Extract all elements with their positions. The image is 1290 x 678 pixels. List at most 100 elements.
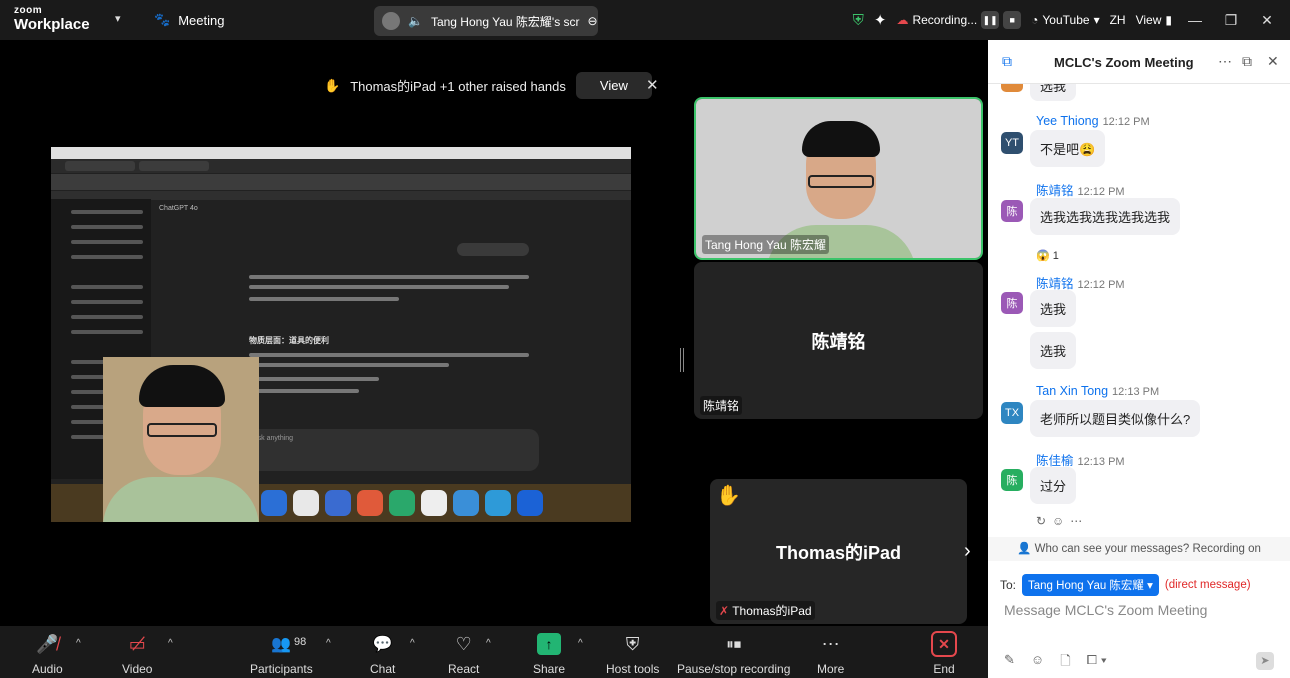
shield-icon[interactable]: ⛨	[853, 12, 864, 29]
pause-recording-icon[interactable]: ❚❚	[981, 11, 1000, 29]
view-button[interactable]: View ▮	[1136, 13, 1172, 27]
video-tile-active-speaker[interactable]: Tang Hong Yau 陈宏耀	[694, 97, 983, 260]
video-tile[interactable]: 陈靖铭 陈靖铭	[694, 262, 983, 419]
top-right-controls: ⛨ ✦ ☁ Recording... ❚❚ ■ ◔ YouTube ▾ ZH V…	[853, 8, 1280, 32]
close-icon[interactable]: ✕	[1267, 53, 1279, 70]
stream-icon: ◔	[1031, 13, 1039, 27]
file-icon[interactable]: 🗋	[1060, 652, 1070, 674]
send-icon[interactable]: ➤	[1256, 652, 1274, 670]
share-button[interactable]: ↑ Share	[533, 630, 565, 676]
raised-hands-banner: ✋ Thomas的iPad +1 other raised hands View	[324, 72, 652, 99]
more-options-icon[interactable]: ⊖	[588, 14, 598, 28]
mic-muted-icon: ✗	[719, 604, 730, 618]
audio-button[interactable]: 🎤̸ Audio	[32, 630, 63, 677]
chevron-down-icon[interactable]: ▾	[115, 12, 121, 25]
chat-panel: ⧉ MCLC's Zoom Meeting ⋯ ⧉ ✕ 选我 YT Yee Th…	[988, 40, 1290, 678]
react-options-icon[interactable]: ^	[486, 638, 491, 649]
pause-recording-label: Pause/stop recording	[677, 662, 791, 676]
video-options-icon[interactable]: ^	[168, 638, 173, 649]
chat-options-icon[interactable]: ^	[410, 638, 415, 649]
zoom-logo: zoom Workplace	[14, 5, 90, 33]
tile-name-text: Thomas的iPad	[732, 604, 812, 618]
view-label: View	[1135, 13, 1162, 27]
chat-bubble: 选我	[1030, 84, 1077, 101]
view-raised-hands-button[interactable]: View	[575, 72, 652, 99]
more-button[interactable]: ⋯ More	[817, 630, 844, 677]
audio-options-icon[interactable]: ^	[76, 638, 81, 649]
screenshot-icon[interactable]: ⧠ ▾	[1087, 652, 1107, 674]
close-banner-icon[interactable]: ✕	[646, 76, 659, 94]
more-options-icon[interactable]: ⋯	[1218, 53, 1232, 70]
gpt-model-label: ChatGPT 4o	[159, 205, 198, 212]
meeting-label: Meeting	[178, 12, 225, 28]
shield-icon: ⛨	[625, 633, 640, 654]
browser-tabs	[51, 159, 631, 173]
minimize-icon[interactable]: —	[1182, 12, 1208, 28]
participants-label: Participants	[250, 662, 313, 676]
chat-sender: 陈靖铭 12:12 PM	[1036, 184, 1125, 198]
react-button[interactable]: ♡ React	[448, 630, 479, 677]
host-tools-button[interactable]: ⛨ Host tools	[606, 630, 659, 677]
pause-recording-button[interactable]: ⏸⏹ Pause/stop recording	[677, 630, 791, 677]
pop-out-icon[interactable]: ⧉	[1242, 53, 1252, 70]
chat-button[interactable]: 💬 Chat	[370, 630, 395, 676]
direct-message-label: (direct message)	[1164, 579, 1251, 591]
visibility-notice[interactable]: 👤 Who can see your messages? Recording o…	[988, 537, 1290, 561]
gpt-heading: 物质层面：道具的便利	[249, 336, 329, 345]
chat-bubbles-icon: ⧉	[1002, 53, 1012, 69]
logo-line1: zoom	[14, 5, 43, 16]
recipient-dropdown[interactable]: Tang Hong Yau 陈宏耀 ▾	[1022, 574, 1159, 596]
avatar	[382, 12, 400, 30]
chat-title: MCLC's Zoom Meeting	[1054, 55, 1194, 70]
chat-label: Chat	[370, 662, 396, 676]
screen-share-indicator[interactable]: 🔈 Tang Hong Yau 陈宏耀's scr ⊖	[374, 6, 598, 36]
chat-messages[interactable]: 选我 YT Yee Thiong 12:12 PM 不是吧😩 陈 陈靖铭 12:12…	[988, 84, 1284, 538]
message-actions[interactable]: ↻☺⋯	[1036, 514, 1088, 528]
top-bar: zoom Workplace ▾ 🐾 Meeting 🔈 Tang Hong Y…	[0, 0, 1290, 40]
recipient-row: To: Tang Hong Yau 陈宏耀 ▾ (direct message)	[1000, 574, 1251, 596]
chat-message-input[interactable]: Message MCLC's Zoom Meeting	[1004, 602, 1207, 618]
stop-recording-icon[interactable]: ■	[1003, 11, 1022, 29]
avatar: 陈	[1001, 292, 1023, 314]
meeting-info-button[interactable]: 🐾 Meeting	[154, 12, 224, 28]
avatar: YT	[1001, 132, 1023, 154]
speaker-icon: 🔈	[408, 14, 423, 28]
reaction-badge[interactable]: 😱 1	[1036, 249, 1059, 262]
paw-icon: 🐾	[154, 12, 171, 27]
share-options-icon[interactable]: ^	[578, 638, 583, 649]
chat-bubble: 不是吧😩	[1030, 130, 1106, 167]
gpt-input-placeholder: Ask anything	[253, 435, 294, 442]
avatar: 陈	[1001, 469, 1023, 491]
restore-icon[interactable]: ❐	[1218, 12, 1244, 29]
video-button[interactable]: ▭̸ Video	[122, 630, 153, 677]
participants-options-icon[interactable]: ^	[326, 638, 331, 649]
audio-label: Audio	[32, 662, 63, 676]
emoji-icon[interactable]: ☺	[1031, 652, 1044, 674]
ai-companion-icon[interactable]: ✦	[874, 11, 887, 29]
chevron-down-icon: ▾	[1093, 13, 1100, 27]
tile-name-label: ✗ Thomas的iPad	[716, 601, 815, 620]
user-icon: 👤	[1017, 543, 1032, 555]
more-icon: ⋯	[821, 633, 840, 654]
cloud-icon: ☁	[896, 13, 909, 27]
language-button[interactable]: ZH	[1110, 13, 1126, 27]
chat-input-tools: ✎ ☺ 🗋 ⧠ ▾	[1004, 652, 1107, 674]
close-icon[interactable]: ✕	[1254, 12, 1280, 29]
chat-bubble: 选我	[1030, 290, 1077, 327]
video-label: Video	[122, 662, 153, 676]
chat-bubble: 选我选我选我选我选我	[1030, 198, 1181, 235]
end-button[interactable]: ✕ End	[931, 630, 957, 676]
to-label: To:	[1000, 578, 1017, 592]
recording-label: Recording...	[912, 13, 978, 27]
recording-indicator[interactable]: ☁ Recording... ❚❚ ■	[896, 11, 1022, 29]
next-page-arrow-icon[interactable]: ›	[964, 540, 971, 563]
chat-header: ⧉ MCLC's Zoom Meeting ⋯ ⧉ ✕	[988, 40, 1290, 84]
youtube-label: YouTube	[1042, 13, 1090, 27]
format-icon[interactable]: ✎	[1004, 652, 1015, 674]
raised-hands-text: Thomas的iPad +1 other raised hands	[350, 79, 566, 94]
panel-splitter[interactable]	[680, 348, 684, 372]
youtube-live-button[interactable]: ◔ YouTube ▾	[1031, 13, 1099, 27]
video-tile[interactable]: ✋ Thomas的iPad ✗ Thomas的iPad	[710, 479, 967, 624]
logo-line2: Workplace	[14, 16, 90, 33]
chat-bubble: 过分	[1030, 467, 1077, 504]
